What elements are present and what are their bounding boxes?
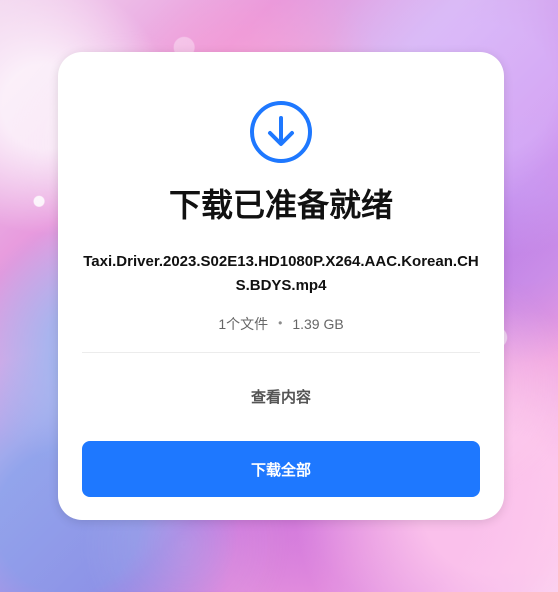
- divider: [82, 352, 480, 353]
- file-count: 1个文件: [218, 316, 269, 332]
- download-ready-card: 下载已准备就绪 Taxi.Driver.2023.S02E13.HD1080P.…: [58, 52, 504, 520]
- page-title: 下载已准备就绪: [168, 186, 393, 224]
- file-name: Taxi.Driver.2023.S02E13.HD1080P.X264.AAC…: [83, 253, 479, 294]
- file-size: 1.39 GB: [292, 316, 344, 332]
- file-meta: 1个文件 • 1.39 GB: [58, 314, 504, 334]
- meta-separator: •: [278, 316, 283, 330]
- download-icon: [249, 100, 313, 164]
- download-all-button[interactable]: 下载全部: [82, 441, 480, 497]
- view-content-link[interactable]: 查看内容: [251, 386, 311, 407]
